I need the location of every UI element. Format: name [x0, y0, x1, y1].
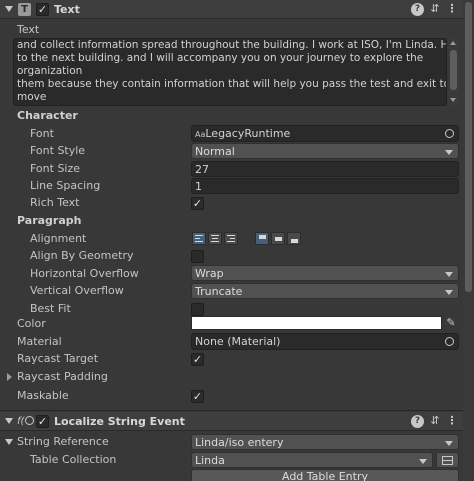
material-object-field[interactable]: None (Material)	[191, 333, 459, 350]
preset-icon[interactable]: ⇵	[428, 2, 442, 16]
raycast-target-checkbox[interactable]: ✓	[191, 353, 204, 366]
chevron-down-icon	[445, 272, 453, 277]
align-left-icon	[195, 235, 203, 244]
align-bottom-icon	[291, 239, 298, 243]
vertical-overflow-dropdown[interactable]: Truncate	[191, 283, 459, 299]
inspector-scrollbar-thumb[interactable]	[465, 2, 472, 292]
font-style-value: Normal	[195, 145, 235, 158]
color-swatch-field[interactable]	[191, 316, 442, 330]
localize-component-title: Localize String Event	[54, 415, 185, 428]
string-reference-foldout-icon[interactable]	[5, 439, 13, 445]
best-fit-label: Best Fit	[30, 302, 71, 315]
object-picker-icon[interactable]	[445, 337, 454, 346]
material-value: None (Material)	[195, 335, 281, 348]
text-area[interactable]: and collect information spread throughou…	[13, 38, 447, 106]
table-collection-dropdown[interactable]: Linda	[191, 452, 433, 468]
component-divider	[0, 410, 463, 411]
align-by-geometry-label: Align By Geometry	[30, 249, 134, 262]
localize-event-icon: f(	[17, 416, 25, 427]
font-style-dropdown[interactable]: Normal	[191, 143, 459, 159]
text-area-line: and collect information spread throughou…	[17, 39, 447, 51]
text-area-line: them because they contain information th…	[17, 78, 447, 90]
open-table-editor-button[interactable]	[436, 452, 459, 468]
chevron-down-icon	[445, 150, 453, 155]
context-menu-icon[interactable]: ⋮	[446, 414, 458, 428]
help-icon[interactable]: ?	[411, 3, 424, 16]
text-component-title: Text	[54, 3, 80, 16]
add-table-entry-button[interactable]: Add Table Entry	[191, 469, 459, 481]
vertical-overflow-value: Truncate	[195, 285, 243, 298]
vertical-overflow-label: Vertical Overflow	[30, 284, 124, 297]
string-reference-dropdown[interactable]: Linda/iso entery	[191, 434, 459, 450]
add-table-entry-label: Add Table Entry	[281, 470, 368, 481]
raycast-padding-foldout-icon[interactable]	[7, 373, 12, 381]
localize-enabled-checkbox[interactable]: ✓	[36, 415, 49, 428]
eyedropper-icon[interactable]: ✎	[444, 316, 458, 330]
text-enabled-checkbox[interactable]: ✓	[36, 3, 49, 16]
align-right-icon	[227, 235, 235, 244]
font-label: Font	[30, 127, 54, 140]
chevron-down-icon	[419, 459, 427, 464]
align-middle-icon	[275, 237, 282, 241]
horizontal-overflow-dropdown[interactable]: Wrap	[191, 265, 459, 281]
string-reference-value: Linda/iso entery	[195, 436, 284, 449]
localize-globe-icon	[25, 416, 34, 425]
text-area-line: organization	[17, 65, 83, 77]
font-style-label: Font Style	[30, 144, 86, 157]
chevron-down-icon	[445, 290, 453, 295]
foldout-arrow-icon[interactable]	[5, 6, 13, 12]
font-value: LegacyRuntime	[205, 127, 291, 140]
color-label: Color	[17, 317, 46, 330]
align-left-button[interactable]	[192, 232, 206, 245]
align-top-button[interactable]	[255, 232, 269, 245]
font-object-field[interactable]: AaLegacyRuntime	[191, 125, 459, 142]
table-collection-label: Table Collection	[30, 453, 117, 466]
best-fit-checkbox[interactable]	[191, 303, 204, 316]
align-right-button[interactable]	[224, 232, 238, 245]
table-editor-icon	[442, 456, 453, 465]
text-area-scrollbar-thumb[interactable]	[450, 50, 457, 90]
font-size-input[interactable]: 27	[191, 161, 459, 177]
line-spacing-input[interactable]: 1	[191, 178, 459, 194]
align-middle-button[interactable]	[271, 232, 285, 245]
paragraph-section-header: Paragraph	[17, 214, 82, 227]
text-component-header[interactable]: T ✓ Text ? ⇵ ⋮	[0, 0, 463, 19]
font-asset-icon: Aa	[195, 130, 206, 139]
foldout-arrow-icon[interactable]	[5, 418, 13, 424]
align-center-button[interactable]	[208, 232, 222, 245]
character-section-header: Character	[17, 109, 78, 122]
localize-component-header[interactable]: f( ✓ Localize String Event ? ⇵ ⋮	[0, 412, 463, 431]
string-reference-label[interactable]: String Reference	[17, 434, 109, 450]
horizontal-overflow-label: Horizontal Overflow	[30, 267, 139, 280]
object-picker-icon[interactable]	[445, 129, 454, 138]
maskable-checkbox[interactable]: ✓	[191, 390, 204, 403]
text-area-scrollbar[interactable]	[448, 38, 459, 106]
font-size-label: Font Size	[30, 162, 81, 175]
context-menu-icon[interactable]: ⋮	[446, 2, 458, 16]
chevron-down-icon	[445, 441, 453, 446]
table-collection-value: Linda	[195, 454, 225, 467]
raycast-padding-label[interactable]: Raycast Padding	[17, 369, 108, 385]
rich-text-label: Rich Text	[30, 196, 80, 209]
text-area-line: move	[17, 91, 47, 103]
text-component-icon: T	[18, 3, 31, 16]
align-bottom-button[interactable]	[287, 232, 301, 245]
align-center-icon	[211, 235, 219, 244]
rich-text-checkbox[interactable]: ✓	[191, 197, 204, 210]
horizontal-overflow-value: Wrap	[195, 267, 224, 280]
scroll-up-icon[interactable]	[450, 41, 456, 45]
scroll-down-icon[interactable]	[450, 98, 456, 102]
raycast-target-label: Raycast Target	[17, 352, 99, 365]
align-top-icon	[259, 235, 266, 239]
inspector-scrollbar[interactable]	[463, 0, 474, 481]
alignment-label: Alignment	[30, 232, 87, 245]
material-label: Material	[17, 335, 62, 348]
maskable-label: Maskable	[17, 389, 69, 402]
text-field-label: Text	[17, 23, 40, 36]
line-spacing-label: Line Spacing	[30, 179, 101, 192]
text-area-line: to the next building. and I will accompa…	[17, 52, 424, 64]
preset-icon[interactable]: ⇵	[428, 414, 442, 428]
help-icon[interactable]: ?	[411, 415, 424, 428]
align-by-geometry-checkbox[interactable]	[191, 250, 204, 263]
